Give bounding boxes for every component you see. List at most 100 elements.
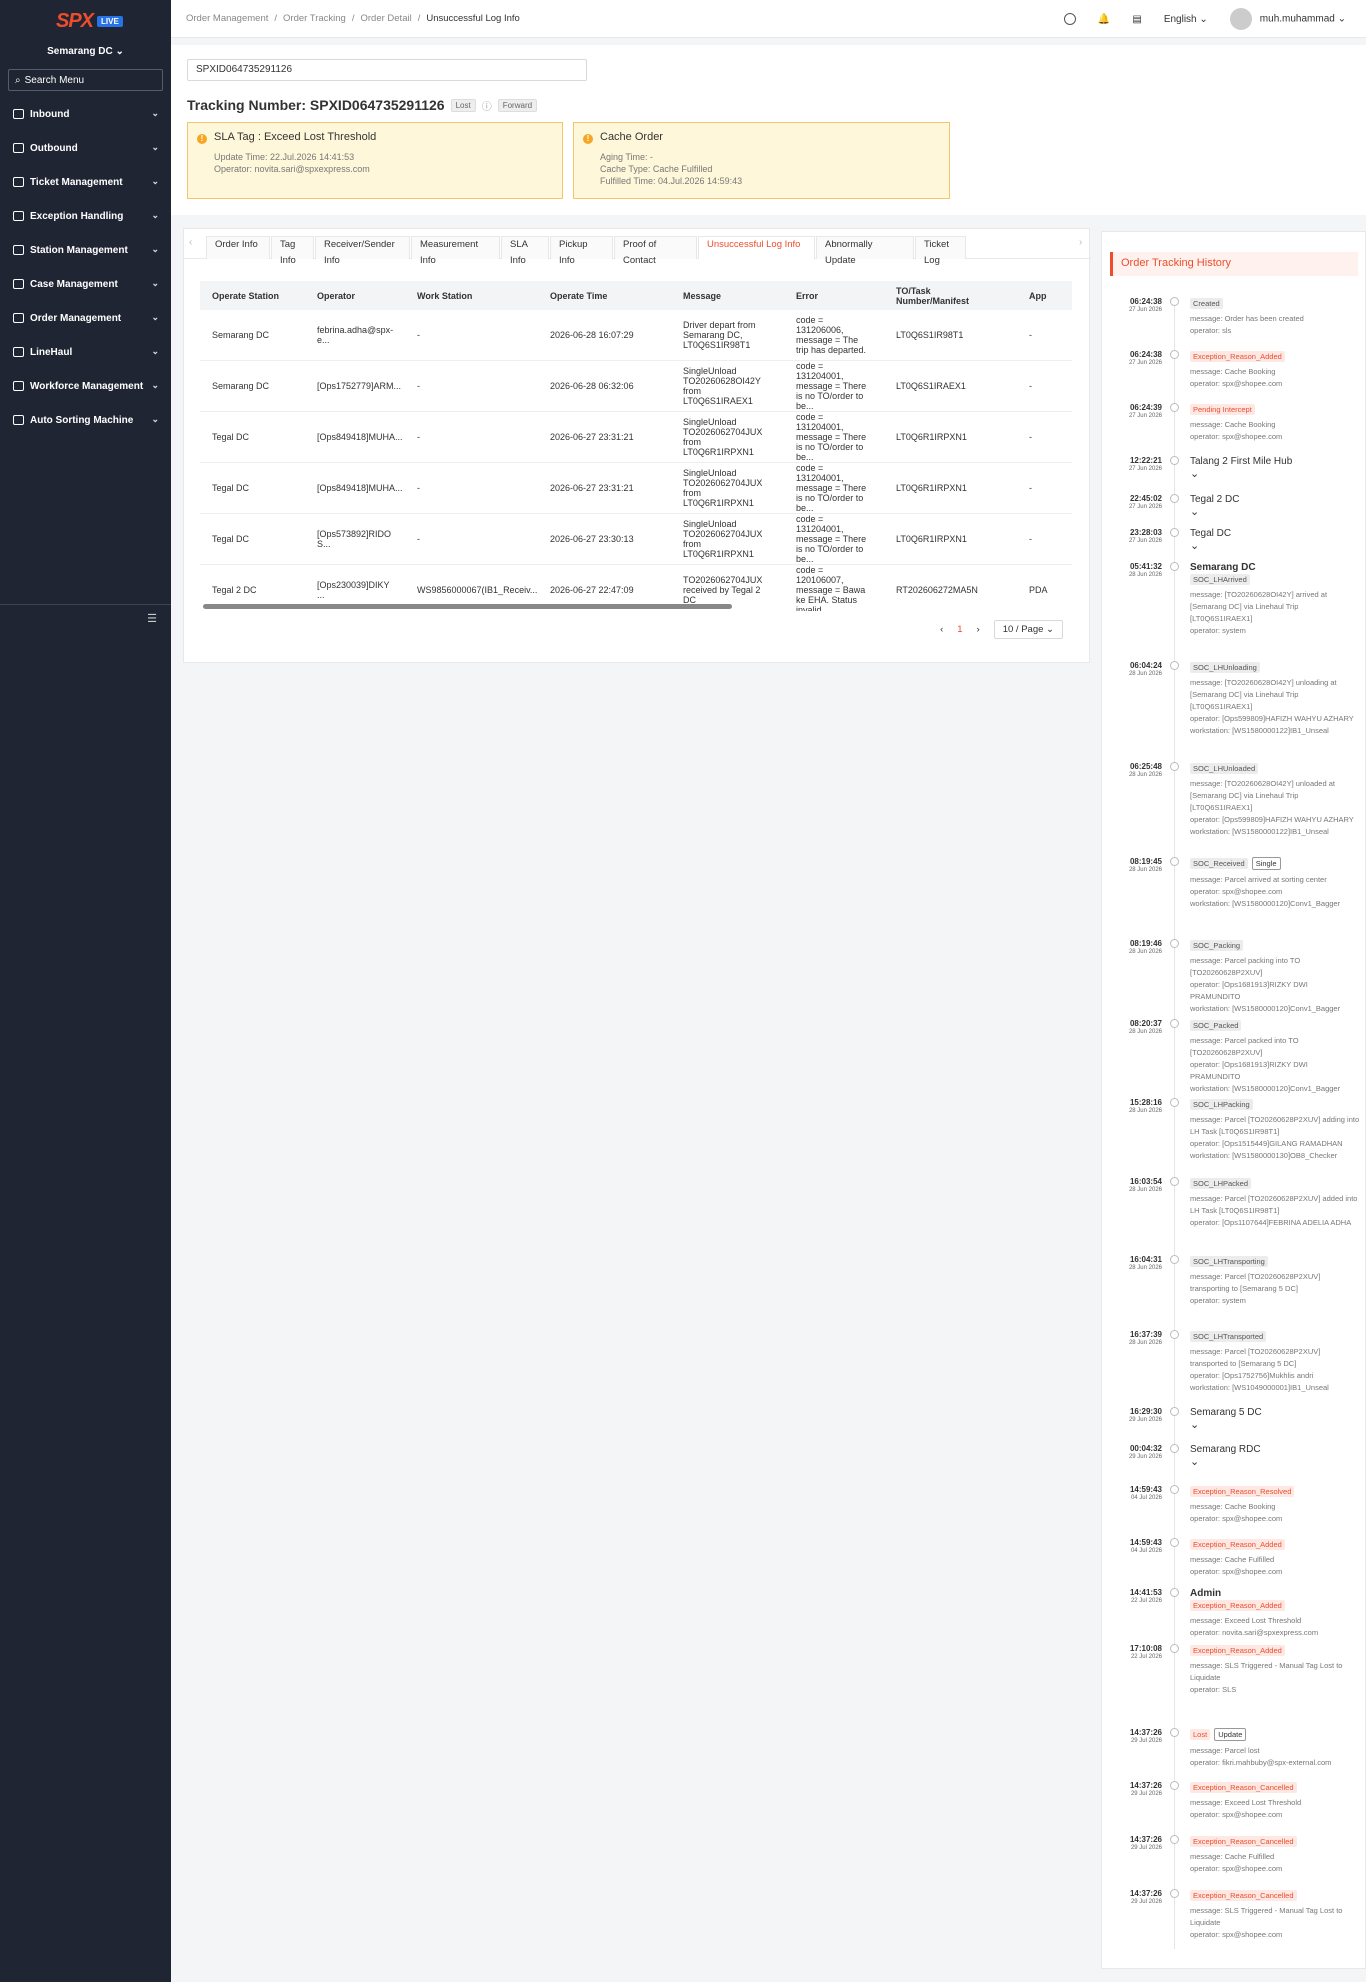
event-date: 29 Jul 2026 xyxy=(1130,1845,1162,1851)
event-message: message: Cache Booking xyxy=(1190,367,1276,376)
tab-tag-info[interactable]: Tag Info xyxy=(271,236,314,266)
next-page-button[interactable]: › xyxy=(977,624,980,635)
event-date: 22 Jul 2026 xyxy=(1130,1654,1162,1660)
event-time: 14:59:43 xyxy=(1129,1538,1162,1547)
event-time: 08:20:37 xyxy=(1129,1019,1162,1028)
sidebar-item-station-management[interactable]: Station Management ⌄ xyxy=(0,233,171,267)
tab-order-info[interactable]: Order Info xyxy=(206,236,270,259)
info-icon[interactable] xyxy=(1063,13,1076,25)
table-cell: LT0Q6R1IRPXN1 xyxy=(884,411,1017,463)
logo[interactable]: SPX LIVE xyxy=(56,10,123,33)
hub-name[interactable]: Admin xyxy=(1190,1588,1360,1599)
event-date: 28 Jun 2026 xyxy=(1128,572,1162,578)
collapse-sidebar-button[interactable]: ☰ xyxy=(0,604,171,634)
search-menu-input[interactable]: ⌕ Search Menu xyxy=(8,69,163,91)
event-date: 27 Jun 2026 xyxy=(1128,538,1162,544)
page-size-select[interactable]: 10 / Page ⌄ xyxy=(993,620,1063,639)
sidebar-item-ticket-management[interactable]: Ticket Management ⌄ xyxy=(0,165,171,199)
table-cell: - xyxy=(405,310,538,361)
event-message: operator: [Ops599809]HAFIZH WAHYU AZHARY xyxy=(1190,815,1354,824)
breadcrumb-order-detail[interactable]: Order Detail xyxy=(360,13,411,24)
event-date: 29 Jun 2026 xyxy=(1128,1454,1162,1460)
timeline-node-icon xyxy=(1170,1889,1179,1898)
status-badge: SOC_Packed xyxy=(1190,1020,1242,1031)
event-message: message: Cache Fulfilled xyxy=(1190,1852,1275,1861)
task-icon[interactable]: ▤ xyxy=(1132,14,1141,25)
event-content: SOC_LHUnloaded message: [TO20260628OI42Y]… xyxy=(1190,762,1360,838)
event-content: Pending Intercept message: Cache Booking o… xyxy=(1190,403,1360,443)
event-message: message: SLS Triggered - Manual Tag Lost… xyxy=(1190,1906,1343,1927)
event-time: 14:37:26 xyxy=(1129,1781,1162,1790)
chevron-down-icon[interactable]: ⌄ xyxy=(1190,468,1199,480)
menu-workforce-management-icon xyxy=(13,381,24,391)
tab-proof-of-contact[interactable]: Proof of Contact xyxy=(614,236,697,266)
sidebar-item-outbound[interactable]: Outbound ⌄ xyxy=(0,131,171,165)
sidebar-item-auto-sorting-machine[interactable]: Auto Sorting Machine ⌄ xyxy=(0,403,171,437)
sidebar-item-workforce-management[interactable]: Workforce Management ⌄ xyxy=(0,369,171,403)
hub-name[interactable]: Tegal DC xyxy=(1190,528,1360,539)
event-message: message: Cache Booking xyxy=(1190,1502,1276,1511)
status-badge: Lost xyxy=(1190,1729,1211,1740)
horizontal-scrollbar[interactable] xyxy=(203,604,732,609)
column-header-operate-time: Operate Time xyxy=(538,281,671,310)
event-message: message: Parcel packed into TO [TO202606… xyxy=(1190,1036,1299,1057)
hub-name[interactable]: Talang 2 First Mile Hub xyxy=(1190,456,1360,467)
table-cell: 2026-06-28 16:07:29 xyxy=(538,310,671,361)
status-badge: Exception_Reason_Cancelled xyxy=(1190,1890,1297,1901)
tab-pickup-info[interactable]: Pickup Info xyxy=(550,236,613,266)
prev-page-button[interactable]: ‹ xyxy=(940,624,943,635)
tab-receiver-sender-info[interactable]: Receiver/Sender Info xyxy=(315,236,410,266)
breadcrumb-order-tracking[interactable]: Order Tracking xyxy=(283,13,346,24)
label-row: Pending Intercept xyxy=(1190,403,1360,419)
info-icon[interactable]: ⓘ xyxy=(482,98,492,113)
tab-abnormally-update[interactable]: Abnormally Update xyxy=(816,236,914,266)
chevron-down-icon[interactable]: ⌄ xyxy=(1190,506,1199,518)
chevron-down-icon[interactable]: ⌄ xyxy=(1190,540,1199,552)
label-row: Exception_Reason_Cancelled xyxy=(1190,1889,1360,1905)
timeline-node-icon xyxy=(1170,1538,1179,1547)
tab-scroll-left-icon[interactable]: ‹ xyxy=(189,237,192,248)
topbar: Order Management / Order Tracking / Order … xyxy=(171,0,1366,38)
sidebar-item-linehaul[interactable]: LineHaul ⌄ xyxy=(0,335,171,369)
bell-icon[interactable]: 🔔 xyxy=(1098,14,1110,25)
status-badge: Exception_Reason_Added xyxy=(1190,351,1285,362)
event-content: SOC_Received Single message: Parcel arrive… xyxy=(1190,857,1360,910)
timeline-node-icon xyxy=(1170,1177,1179,1186)
event-message: message: Exceed Lost Threshold xyxy=(1190,1798,1302,1807)
timeline-node-icon xyxy=(1170,528,1179,537)
hub-name[interactable]: Tegal 2 DC xyxy=(1190,494,1360,505)
sidebar-item-label: Workforce Management xyxy=(30,380,144,392)
hub-name[interactable]: Semarang DC xyxy=(1190,562,1360,573)
sidebar-item-case-management[interactable]: Case Management ⌄ xyxy=(0,267,171,301)
event-date: 28 Jun 2026 xyxy=(1128,949,1162,955)
hub-name[interactable]: Semarang 5 DC xyxy=(1190,1407,1360,1418)
hub-name[interactable]: Semarang RDC xyxy=(1190,1444,1360,1455)
sidebar-item-exception-handling[interactable]: Exception Handling ⌄ xyxy=(0,199,171,233)
language-selector[interactable]: English ⌄ xyxy=(1164,14,1208,25)
event-date: 28 Jun 2026 xyxy=(1128,1340,1162,1346)
timeline-node-icon xyxy=(1170,1485,1179,1494)
timeline-node-icon xyxy=(1170,1330,1179,1339)
station-selector[interactable]: Semarang DC ⌄ xyxy=(0,46,171,57)
tab-unsuccessful-log-info[interactable]: Unsuccessful Log Info xyxy=(698,236,815,259)
event-message: message: Parcel packing into TO [TO20260… xyxy=(1190,956,1301,977)
event-message: message: Cache Fulfilled xyxy=(1190,1555,1275,1564)
status-badge: Exception_Reason_Added xyxy=(1190,1600,1285,1611)
breadcrumb-order-management[interactable]: Order Management xyxy=(186,13,268,24)
tab-ticket-log[interactable]: Ticket Log xyxy=(915,236,966,266)
table-cell: code = 131204001, message = There is no … xyxy=(784,411,884,463)
tab-sla-info[interactable]: SLA Info xyxy=(501,236,549,266)
sidebar-item-inbound[interactable]: Inbound ⌄ xyxy=(0,97,171,131)
tab-scroll-right-icon[interactable]: › xyxy=(1079,237,1082,248)
table-cell: 2026-06-27 23:31:21 xyxy=(538,411,671,463)
label-row: Lost Update xyxy=(1190,1728,1360,1745)
menu-station-management-icon xyxy=(13,245,24,255)
sidebar-item-order-management[interactable]: Order Management ⌄ xyxy=(0,301,171,335)
tracking-search-input[interactable]: SPXID064735291126 xyxy=(187,59,587,81)
page-number[interactable]: 1 xyxy=(957,624,962,635)
user-menu[interactable]: muh.muhammad ⌄ xyxy=(1229,8,1346,30)
chevron-down-icon[interactable]: ⌄ xyxy=(1190,1456,1199,1468)
tab-measurement-info[interactable]: Measurement Info xyxy=(411,236,500,266)
chevron-down-icon[interactable]: ⌄ xyxy=(1190,1419,1199,1431)
event-content: Talang 2 First Mile Hub ⌄ xyxy=(1190,456,1360,480)
